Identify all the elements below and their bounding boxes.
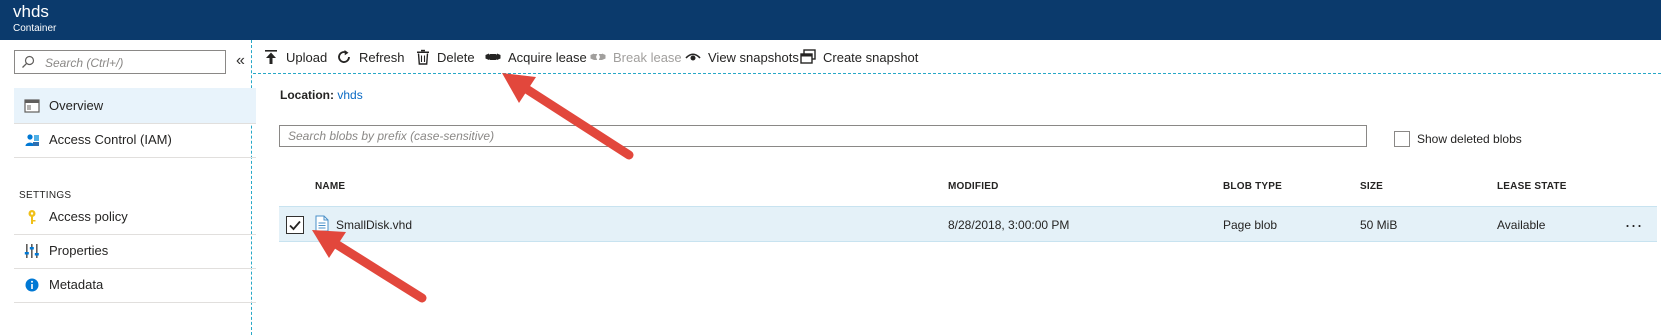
sidebar-item-access-policy[interactable]: Access policy: [14, 199, 256, 235]
show-deleted-checkbox[interactable]: [1394, 131, 1410, 147]
blob-modified: 8/28/2018, 3:00:00 PM: [948, 218, 1070, 232]
column-header-modified[interactable]: MODIFIED: [948, 181, 999, 192]
sidebar-item-metadata[interactable]: Metadata: [14, 267, 256, 303]
column-header-lease-state[interactable]: LEASE STATE: [1497, 181, 1567, 192]
blob-name[interactable]: SmallDisk.vhd: [336, 218, 412, 232]
sidebar-item-iam[interactable]: Access Control (IAM): [14, 122, 256, 158]
column-header-blob-type[interactable]: BLOB TYPE: [1223, 181, 1282, 192]
info-icon: [25, 278, 39, 292]
key-icon: [28, 210, 36, 224]
view-snapshots-button[interactable]: View snapshots: [685, 48, 799, 66]
create-snapshot-label: Create snapshot: [823, 49, 919, 65]
location-label: Location:: [280, 88, 334, 102]
trash-icon: [417, 49, 429, 65]
break-lease-icon: [590, 53, 606, 60]
snapshot-icon: [800, 49, 816, 64]
view-snapshots-label: View snapshots: [708, 49, 799, 65]
blade-subtitle: Container: [13, 23, 57, 34]
sidebar-item-label: Access policy: [49, 209, 128, 224]
blob-search-input[interactable]: [288, 128, 1288, 144]
upload-button[interactable]: Upload: [263, 48, 327, 66]
show-deleted-toggle[interactable]: Show deleted blobs: [1394, 131, 1522, 147]
sidebar-search-input[interactable]: [45, 54, 220, 71]
show-deleted-label: Show deleted blobs: [1417, 132, 1522, 146]
refresh-label: Refresh: [359, 49, 405, 65]
upload-label: Upload: [286, 49, 328, 65]
iam-icon: [25, 134, 39, 146]
eye-icon: [685, 53, 701, 61]
file-icon: [315, 215, 329, 232]
delete-label: Delete: [437, 49, 475, 65]
location-link[interactable]: vhds: [337, 88, 362, 102]
command-bar: Upload Refresh Delete Acquire lease Brea…: [253, 40, 1661, 74]
column-header-size[interactable]: SIZE: [1360, 181, 1383, 192]
create-snapshot-button[interactable]: Create snapshot: [800, 48, 918, 66]
sidebar-item-properties[interactable]: Properties: [14, 233, 256, 269]
search-icon: [22, 55, 35, 68]
location: Location: vhds: [280, 88, 363, 102]
upload-icon: [265, 50, 277, 64]
sidebar-item-label: Access Control (IAM): [49, 132, 172, 147]
collapse-sidebar-button[interactable]: «: [236, 52, 250, 70]
acquire-lease-icon: [485, 53, 501, 60]
refresh-icon: [338, 50, 350, 63]
break-lease-button[interactable]: Break lease: [590, 48, 682, 66]
blob-type: Page blob: [1223, 218, 1278, 232]
sidebar-search[interactable]: [14, 50, 226, 74]
blob-search[interactable]: [279, 125, 1367, 147]
sidebar-item-label: Metadata: [49, 277, 104, 292]
blob-size: 50 MiB: [1360, 218, 1398, 232]
sidebar-item-label: Properties: [49, 243, 109, 258]
break-lease-label: Break lease: [613, 49, 682, 65]
row-checkbox[interactable]: [286, 216, 304, 234]
acquire-lease-button[interactable]: Acquire lease: [485, 48, 587, 66]
table-row[interactable]: SmallDisk.vhd 8/28/2018, 3:00:00 PM Page…: [279, 206, 1657, 242]
blade-title: vhds: [13, 2, 49, 21]
sidebar-item-overview[interactable]: Overview: [14, 88, 256, 124]
overview-icon: [24, 99, 40, 113]
properties-icon: [24, 244, 39, 258]
refresh-button[interactable]: Refresh: [336, 48, 405, 66]
blob-lease-state: Available: [1497, 218, 1546, 232]
delete-button[interactable]: Delete: [416, 48, 475, 66]
blade-header: vhds Container: [0, 0, 1661, 40]
checkmark-icon: [289, 220, 301, 231]
acquire-lease-label: Acquire lease: [508, 49, 587, 65]
sidebar-item-label: Overview: [49, 98, 104, 113]
column-header-name[interactable]: NAME: [315, 181, 345, 192]
more-actions-button[interactable]: ...: [1625, 211, 1643, 232]
